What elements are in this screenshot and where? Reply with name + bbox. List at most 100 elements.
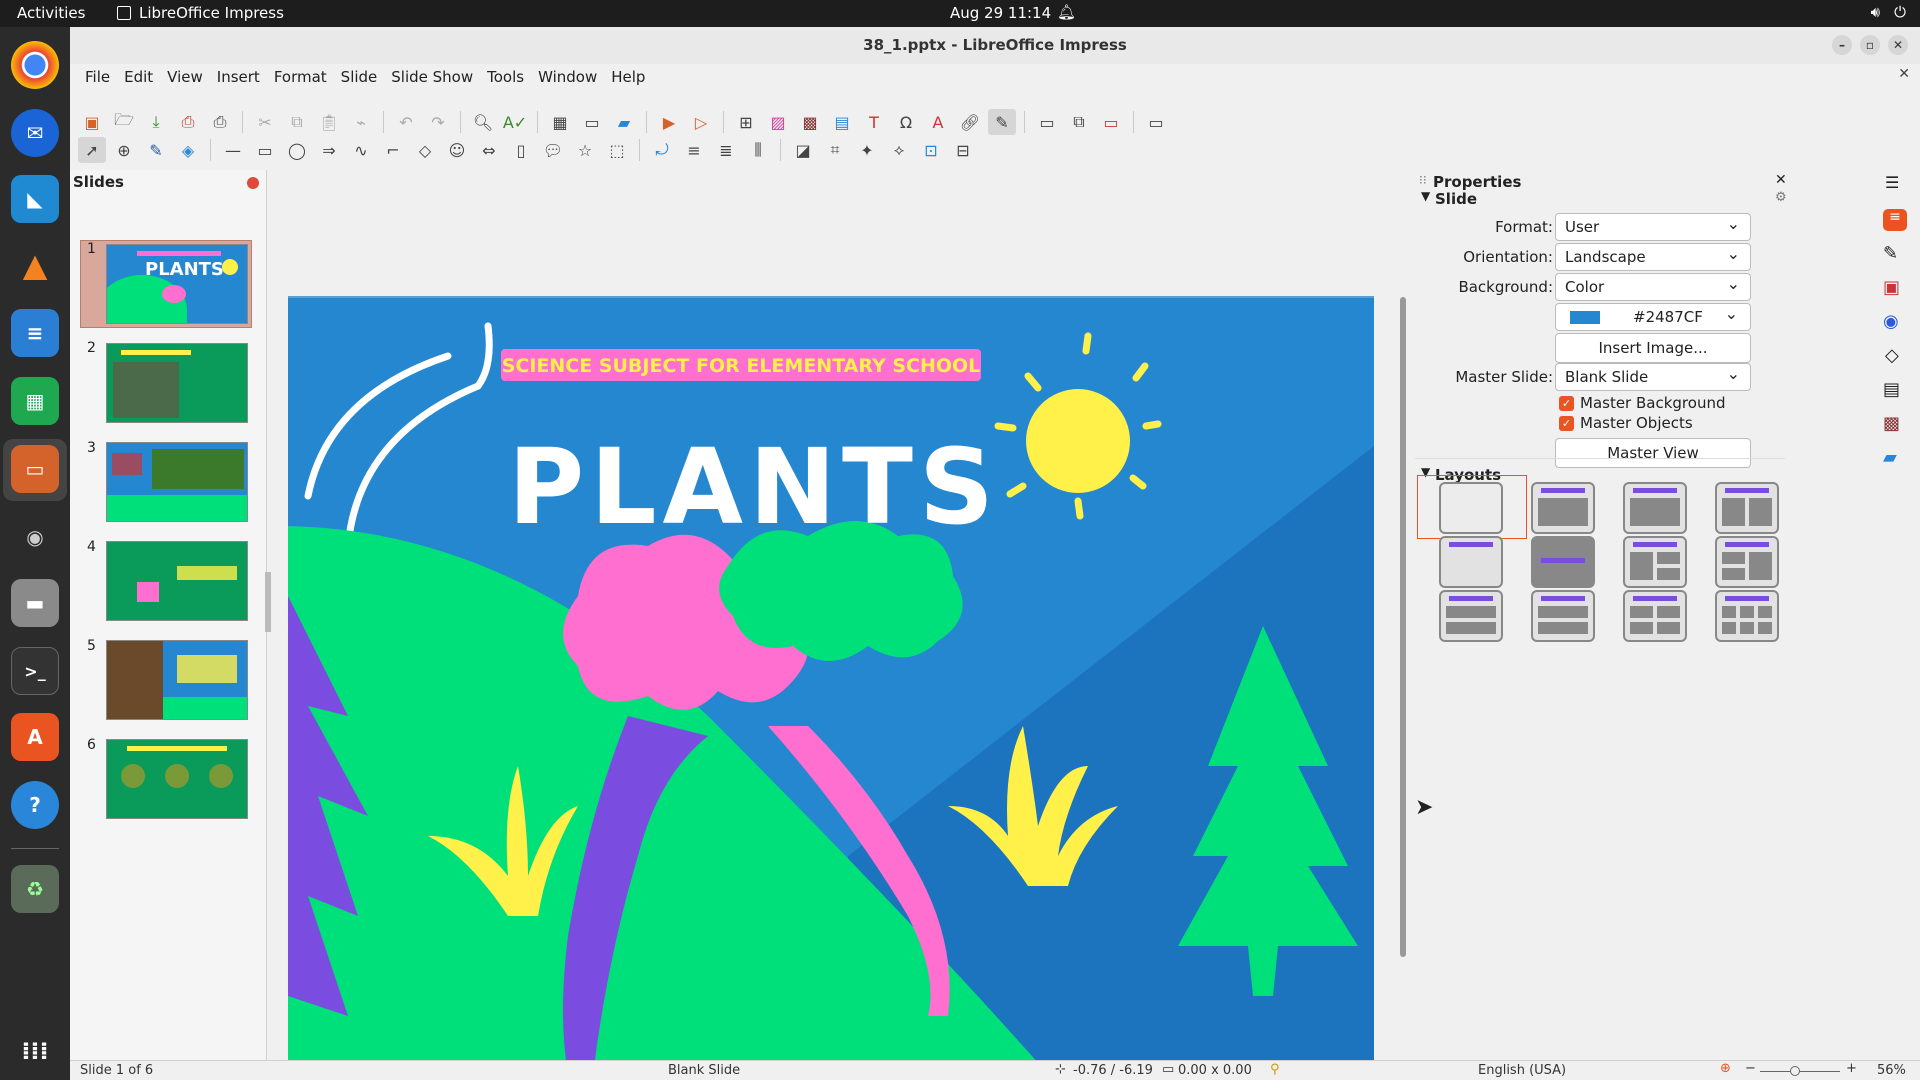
layout-centered-text[interactable]: [1531, 536, 1595, 588]
menu-help[interactable]: Help: [604, 64, 652, 90]
distribute-icon[interactable]: ⫼: [744, 137, 772, 163]
styles-tab-icon[interactable]: ✎: [1883, 243, 1898, 264]
slide-count-status[interactable]: Slide 1 of 6: [80, 1063, 153, 1078]
sidebar-menu-icon[interactable]: ☰: [1885, 173, 1899, 192]
show-draw-functions-icon[interactable]: ✎: [988, 109, 1016, 135]
zoom-slider-handle[interactable]: [1790, 1066, 1800, 1076]
master-slides-tab-icon[interactable]: ▰: [1883, 447, 1897, 468]
media-icon[interactable]: ▩: [796, 109, 824, 135]
paste-icon[interactable]: 📋︎: [315, 109, 343, 135]
start-first-slide-icon[interactable]: ▶: [655, 109, 683, 135]
rotate-icon[interactable]: ⤾: [648, 137, 676, 163]
menu-view[interactable]: View: [160, 64, 210, 90]
properties-tab-icon[interactable]: ≡: [1883, 209, 1907, 231]
system-tray[interactable]: 🔊︎ ⏻: [1871, 3, 1906, 21]
calc-icon[interactable]: ▦: [11, 377, 59, 425]
undo-icon[interactable]: ↶: [392, 109, 420, 135]
layout-content-two[interactable]: [1715, 536, 1779, 588]
curves-icon[interactable]: ∿: [347, 137, 375, 163]
save-icon[interactable]: ⤓: [142, 109, 170, 135]
special-character-icon[interactable]: Ω: [892, 109, 920, 135]
orientation-dropdown[interactable]: Landscape: [1555, 243, 1751, 271]
layout-title-content-over[interactable]: [1439, 590, 1503, 642]
align-icon[interactable]: ≡: [680, 137, 708, 163]
filter-icon[interactable]: ✦: [853, 137, 881, 163]
layout-title-only[interactable]: [1439, 536, 1503, 588]
master-objects-checkbox[interactable]: ✓ Master Objects: [1559, 414, 1693, 432]
chrome-icon[interactable]: [11, 41, 59, 89]
menu-file[interactable]: File: [78, 64, 117, 90]
stars-icon[interactable]: ☆: [571, 137, 599, 163]
master-background-checkbox[interactable]: ✓ Master Background: [1559, 394, 1725, 412]
slide-section-title[interactable]: Slide: [1435, 190, 1477, 208]
vertical-scrollbar[interactable]: [1400, 297, 1406, 957]
slide-canvas[interactable]: SCIENCE SUBJECT FOR ELEMENTARY SCHOOL PL…: [288, 296, 1374, 1074]
zoom-status[interactable]: 56%: [1877, 1063, 1906, 1078]
fontwork-icon[interactable]: A: [924, 109, 952, 135]
crop-icon[interactable]: ⌗: [821, 137, 849, 163]
close-icon[interactable]: ✕: [1888, 35, 1908, 55]
print-icon[interactable]: ⎙: [206, 109, 234, 135]
insert-image-button[interactable]: Insert Image...: [1555, 333, 1751, 363]
menu-slide-show[interactable]: Slide Show: [384, 64, 480, 90]
lines-arrows-icon[interactable]: ⇒: [315, 137, 343, 163]
zoom-out-icon[interactable]: −: [1745, 1061, 1756, 1076]
background-dropdown[interactable]: Color: [1555, 273, 1751, 301]
new-slide-icon[interactable]: ▭: [1033, 109, 1061, 135]
terminal-icon[interactable]: >_: [11, 647, 59, 695]
layout-title-content[interactable]: [1531, 482, 1595, 534]
slide-thumbnail-6[interactable]: [106, 739, 248, 819]
symbol-shapes-icon[interactable]: ☺: [443, 137, 471, 163]
layout-status[interactable]: Blank Slide: [668, 1063, 740, 1078]
grid-icon[interactable]: ▦: [546, 109, 574, 135]
find-replace-icon[interactable]: 🔍︎: [469, 109, 497, 135]
clock[interactable]: Aug 29 11:14: [950, 4, 1051, 22]
start-current-slide-icon[interactable]: ▷: [687, 109, 715, 135]
layout-title-2-content-over[interactable]: [1531, 590, 1595, 642]
3d-objects-icon[interactable]: ⬚: [603, 137, 631, 163]
shapes-tab-icon[interactable]: ◇: [1885, 345, 1899, 366]
copy-icon[interactable]: ⧉: [283, 109, 311, 135]
layout-title-4-content[interactable]: [1623, 590, 1687, 642]
panel-grip-icon[interactable]: ⁝⁝: [1419, 173, 1427, 187]
hyperlink-icon[interactable]: 🔗︎: [956, 109, 984, 135]
format-dropdown[interactable]: User: [1555, 213, 1751, 241]
delete-slide-icon[interactable]: ▭: [1097, 109, 1125, 135]
table-icon[interactable]: ⊞: [732, 109, 760, 135]
zoom-in-icon[interactable]: +: [1846, 1061, 1857, 1076]
master-slide-icon[interactable]: ▰: [610, 109, 638, 135]
writer-icon[interactable]: ≡: [11, 309, 59, 357]
layout-two-content[interactable]: [1715, 482, 1779, 534]
image-icon[interactable]: ▨: [764, 109, 792, 135]
arrange-icon[interactable]: ≣: [712, 137, 740, 163]
line-color-icon[interactable]: ✎: [142, 137, 170, 163]
basic-shapes-icon[interactable]: ◇: [411, 137, 439, 163]
glue-points-icon[interactable]: ⊡: [917, 137, 945, 163]
export-pdf-icon[interactable]: ⎙: [174, 109, 202, 135]
layout-blank[interactable]: [1439, 482, 1503, 534]
slide-transition-tab-icon[interactable]: ▤: [1883, 379, 1900, 400]
files-icon[interactable]: ▬: [11, 579, 59, 627]
menu-edit[interactable]: Edit: [117, 64, 160, 90]
rectangle-icon[interactable]: ▭: [251, 137, 279, 163]
textbox-icon[interactable]: T: [860, 109, 888, 135]
cut-icon[interactable]: ✂: [251, 109, 279, 135]
language-status[interactable]: English (USA): [1478, 1063, 1566, 1078]
points-icon[interactable]: ⟡: [885, 137, 913, 163]
vlc-icon[interactable]: ▲: [11, 241, 59, 289]
impress-dock-icon[interactable]: ▭: [11, 445, 59, 493]
gimp-icon[interactable]: ◉: [11, 513, 59, 561]
app-menu[interactable]: LibreOffice Impress: [117, 4, 284, 22]
animation-tab-icon[interactable]: ▩: [1883, 413, 1900, 434]
slide-thumbnail-5[interactable]: [106, 640, 248, 720]
menu-window[interactable]: Window: [531, 64, 604, 90]
layout-title-content-2[interactable]: [1623, 482, 1687, 534]
master-view-button[interactable]: Master View: [1555, 438, 1751, 468]
slide-layout-icon[interactable]: ▭: [1142, 109, 1170, 135]
duplicate-slide-icon[interactable]: ⧉: [1065, 109, 1093, 135]
chevron-down-icon[interactable]: ▼: [1421, 189, 1430, 203]
vscode-icon[interactable]: ◣: [11, 175, 59, 223]
navigator-tab-icon[interactable]: ◉: [1883, 311, 1899, 332]
slide-thumbnail-1[interactable]: PLANTS: [106, 244, 248, 324]
menu-format[interactable]: Format: [267, 64, 334, 90]
